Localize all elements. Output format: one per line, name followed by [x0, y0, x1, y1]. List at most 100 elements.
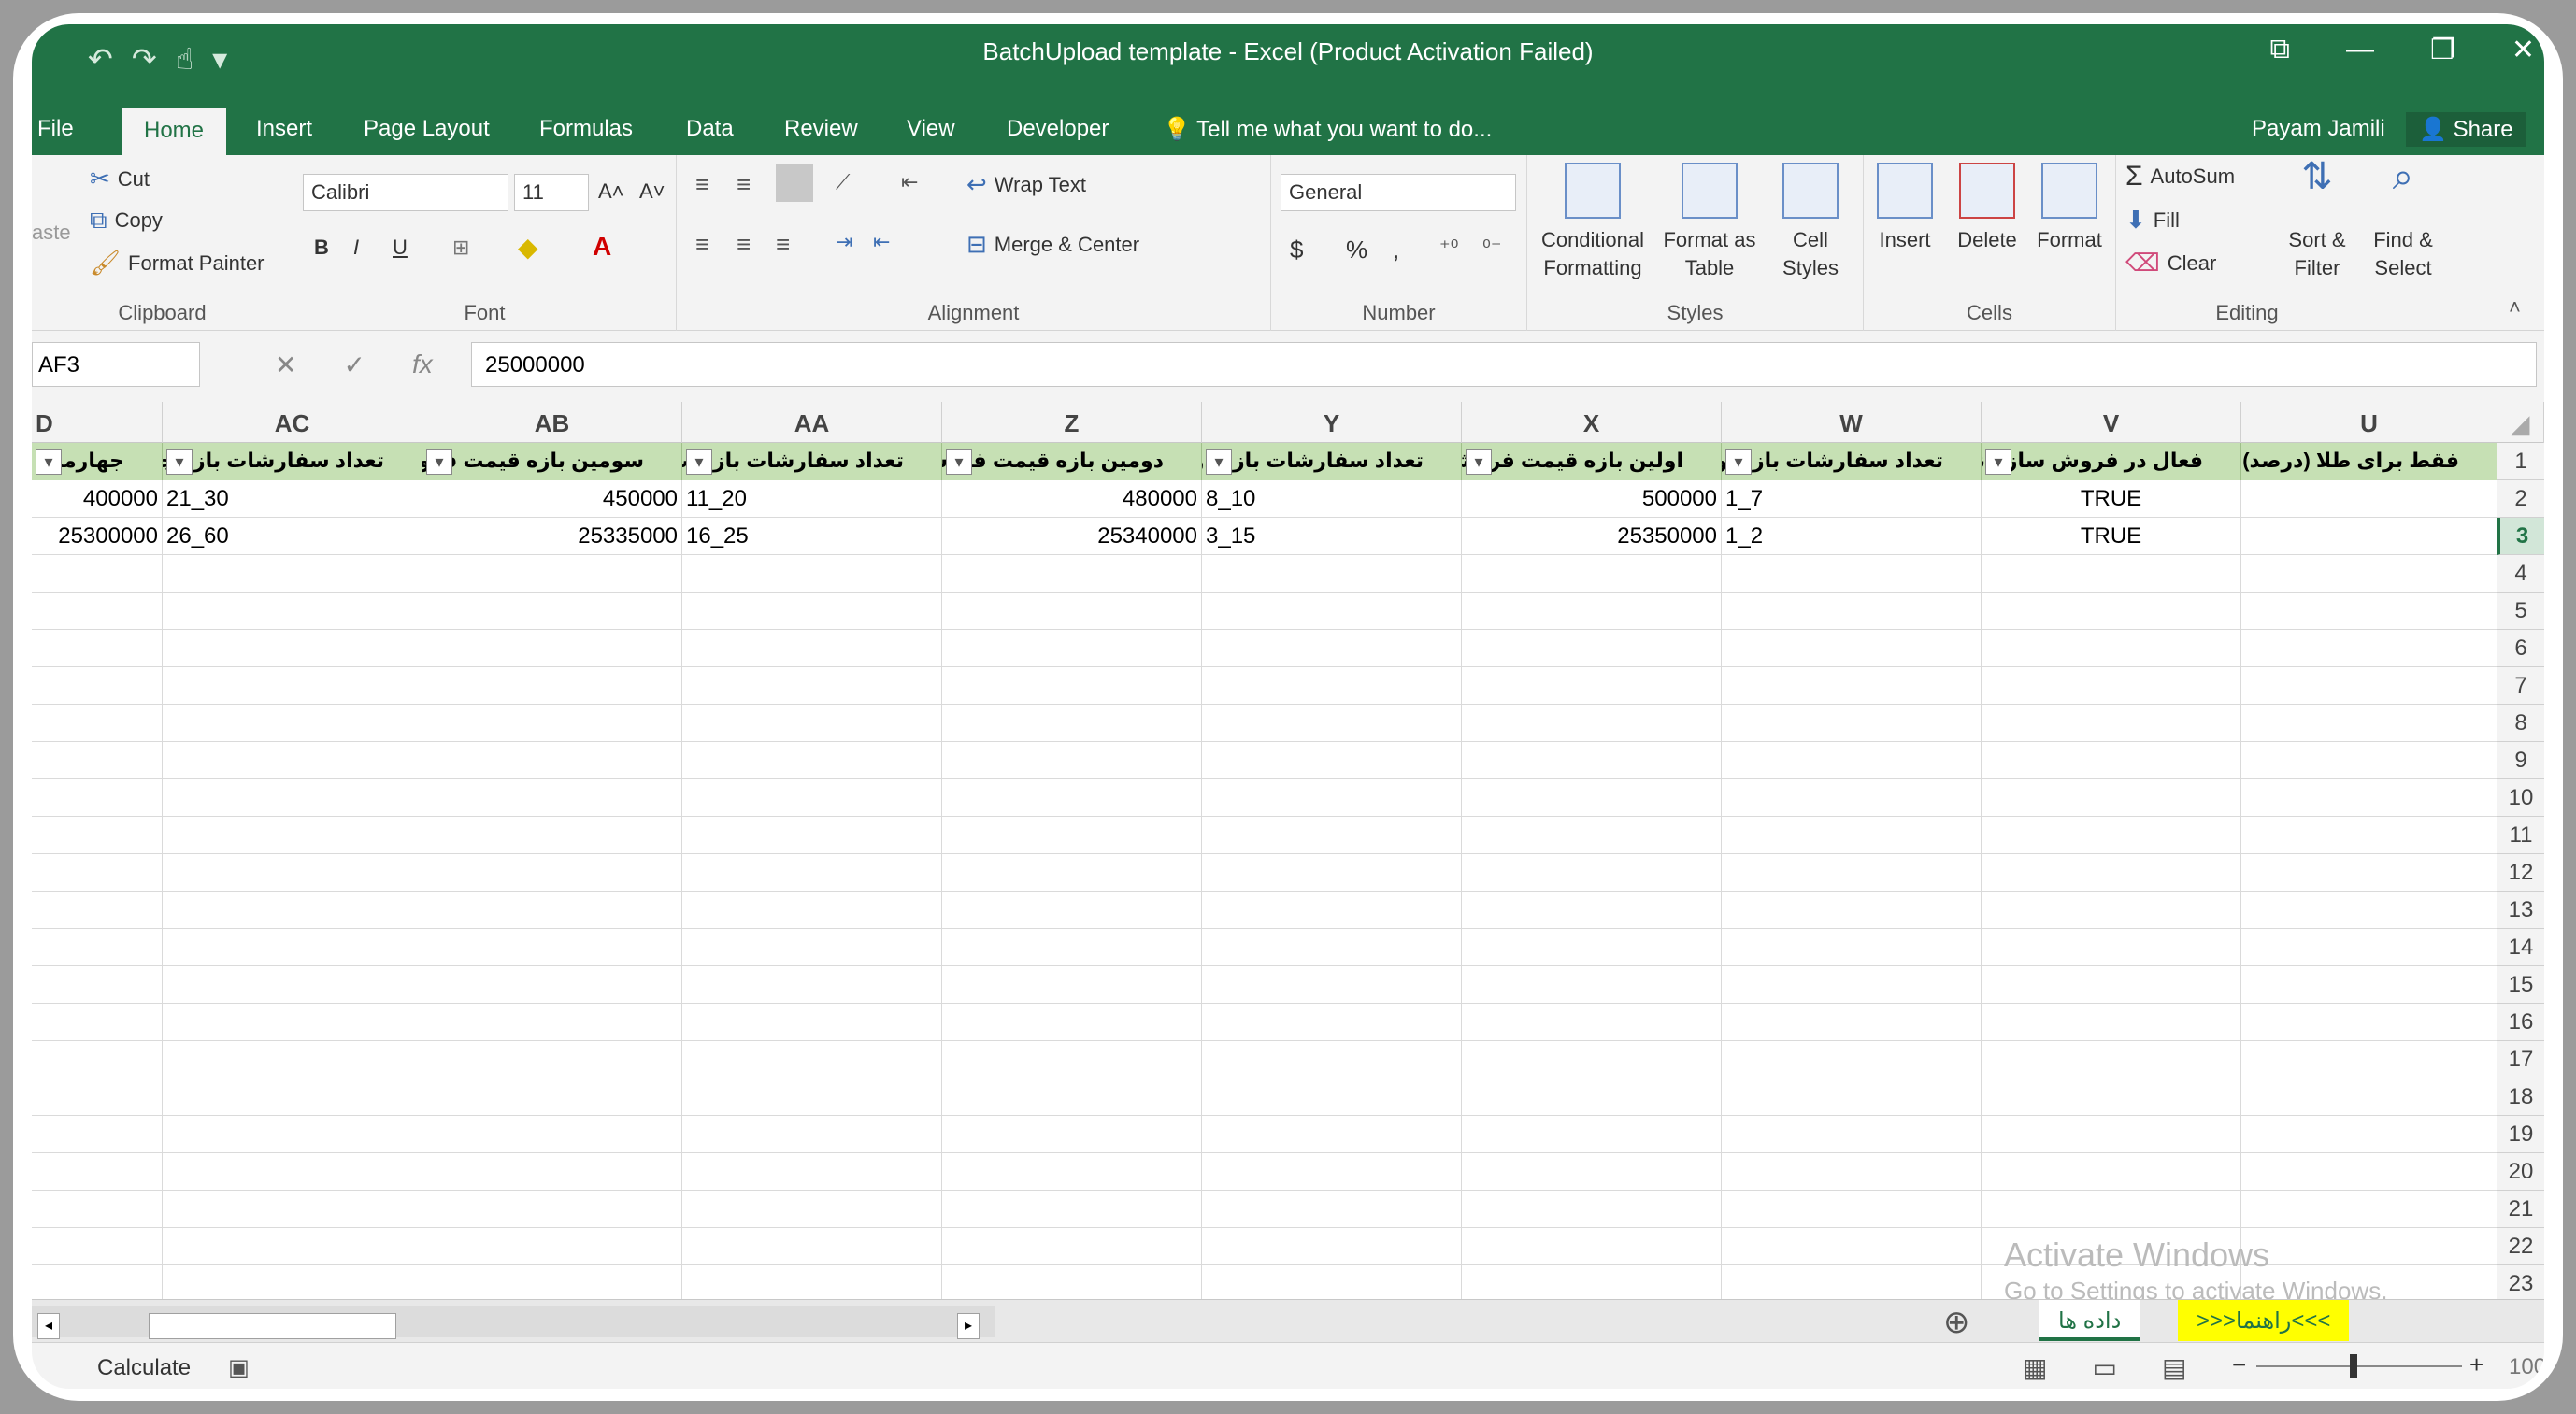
empty-cell[interactable] [2241, 1191, 2497, 1228]
increase-decimal-icon[interactable]: ⁺⁰ [1439, 236, 1458, 260]
empty-cell[interactable] [1982, 892, 2241, 929]
wrap-text-button[interactable]: ↩ Wrap Text [966, 170, 1086, 199]
filter-dropdown-icon[interactable]: ▾ [1466, 449, 1492, 475]
cell[interactable]: 500000 [1462, 480, 1722, 518]
empty-cell[interactable] [2241, 892, 2497, 929]
empty-cell[interactable] [1982, 1078, 2241, 1116]
empty-cell[interactable] [422, 1265, 682, 1303]
empty-cell[interactable] [682, 1004, 942, 1041]
bold-button[interactable]: B [314, 236, 329, 260]
empty-cell[interactable] [1202, 854, 1462, 892]
column-header-x[interactable]: X [1462, 402, 1722, 443]
cell[interactable]: 25300000 [32, 518, 163, 555]
sheet-tab-data[interactable]: داده ها [2039, 1300, 2140, 1341]
empty-cell[interactable] [163, 555, 422, 593]
empty-cell[interactable] [163, 1228, 422, 1265]
empty-cell[interactable] [942, 742, 1202, 779]
empty-cell[interactable] [2241, 966, 2497, 1004]
empty-cell[interactable] [2241, 1228, 2497, 1265]
empty-cell[interactable] [1462, 854, 1722, 892]
empty-cell[interactable] [1982, 1004, 2241, 1041]
empty-cell[interactable] [1722, 1041, 1982, 1078]
tab-data[interactable]: Data [686, 116, 734, 142]
empty-cell[interactable] [2241, 705, 2497, 742]
cell[interactable]: 25340000 [942, 518, 1202, 555]
cell[interactable]: TRUE [1982, 518, 2241, 555]
empty-cell[interactable] [1462, 892, 1722, 929]
grow-font-button[interactable]: A˄ [598, 179, 624, 204]
column-header-ac[interactable]: AC [163, 402, 422, 443]
empty-cell[interactable] [1722, 966, 1982, 1004]
empty-cell[interactable] [1982, 966, 2241, 1004]
empty-cell[interactable] [942, 705, 1202, 742]
fill-color-icon[interactable]: ◆ [518, 232, 538, 263]
column-header-v[interactable]: V [1982, 402, 2241, 443]
empty-cell[interactable] [1982, 630, 2241, 667]
empty-cell[interactable] [163, 1116, 422, 1153]
empty-cell[interactable] [942, 1191, 1202, 1228]
empty-cell[interactable] [1722, 929, 1982, 966]
filter-dropdown-icon[interactable]: ▾ [686, 449, 712, 475]
empty-cell[interactable] [32, 667, 163, 705]
increase-indent-icon[interactable]: ⇤ [873, 230, 890, 254]
align-bottom-icon[interactable] [776, 164, 813, 202]
zoom-level[interactable]: 100% [2509, 1354, 2544, 1380]
align-top-icon[interactable]: ≡ [695, 170, 709, 199]
filter-dropdown-icon[interactable]: ▾ [946, 449, 972, 475]
align-left-icon[interactable]: ≡ [695, 230, 709, 259]
filter-dropdown-icon[interactable]: ▾ [1985, 449, 2011, 475]
empty-cell[interactable] [682, 667, 942, 705]
empty-cell[interactable] [682, 1041, 942, 1078]
find-select-button[interactable]: ⌕ Find & Select [2361, 158, 2445, 282]
empty-cell[interactable] [422, 1078, 682, 1116]
empty-cell[interactable] [682, 854, 942, 892]
empty-cell[interactable] [163, 1265, 422, 1303]
row-header[interactable]: 6 [2497, 630, 2544, 667]
empty-cell[interactable] [1982, 1153, 2241, 1191]
empty-cell[interactable] [1202, 1078, 1462, 1116]
empty-cell[interactable] [1982, 705, 2241, 742]
row-header[interactable]: 15 [2497, 966, 2544, 1004]
row-header[interactable]: 4 [2497, 555, 2544, 593]
scroll-thumb[interactable] [149, 1313, 396, 1339]
empty-cell[interactable] [32, 705, 163, 742]
cut-button[interactable]: ✂ Cut [90, 164, 150, 193]
decrease-indent-icon[interactable]: ⇥ [836, 230, 852, 254]
add-sheet-icon[interactable]: ⊕ [1943, 1304, 1970, 1341]
cell[interactable]: 1_2 [1722, 518, 1982, 555]
empty-cell[interactable] [32, 892, 163, 929]
align-middle-icon[interactable]: ≡ [737, 170, 751, 199]
empty-cell[interactable] [32, 1116, 163, 1153]
clear-button[interactable]: ⌫ Clear [2125, 249, 2216, 278]
empty-cell[interactable] [422, 1041, 682, 1078]
format-cells-button[interactable]: Format [2030, 163, 2109, 254]
empty-cell[interactable] [163, 1191, 422, 1228]
empty-cell[interactable] [1462, 555, 1722, 593]
empty-cell[interactable] [2241, 1153, 2497, 1191]
empty-cell[interactable] [32, 1153, 163, 1191]
enter-icon[interactable]: ✓ [343, 350, 365, 380]
currency-button[interactable]: $ [1290, 236, 1303, 264]
empty-cell[interactable] [2241, 1004, 2497, 1041]
empty-cell[interactable] [1982, 593, 2241, 630]
ribbon-display-icon[interactable]: ⧉ [2270, 34, 2290, 66]
cell[interactable]: 8_10 [1202, 480, 1462, 518]
empty-cell[interactable] [2241, 1078, 2497, 1116]
close-icon[interactable]: ✕ [2512, 34, 2535, 66]
empty-cell[interactable] [422, 1228, 682, 1265]
empty-cell[interactable] [682, 555, 942, 593]
empty-cell[interactable] [163, 593, 422, 630]
empty-cell[interactable] [682, 1078, 942, 1116]
empty-cell[interactable] [682, 593, 942, 630]
empty-cell[interactable] [1722, 854, 1982, 892]
cell[interactable]: 480000 [942, 480, 1202, 518]
header-cell-x[interactable]: ▾ اولین بازه قیمت فروش [1462, 443, 1722, 480]
zoom-thumb[interactable] [2350, 1354, 2357, 1378]
empty-cell[interactable] [942, 929, 1202, 966]
empty-cell[interactable] [1202, 892, 1462, 929]
scroll-left-icon[interactable]: ◂ [37, 1313, 60, 1339]
cell[interactable]: 21_30 [163, 480, 422, 518]
empty-cell[interactable] [682, 705, 942, 742]
header-cell-z[interactable]: ▾ دومین بازه قیمت فروش [942, 443, 1202, 480]
cell[interactable]: 16_25 [682, 518, 942, 555]
